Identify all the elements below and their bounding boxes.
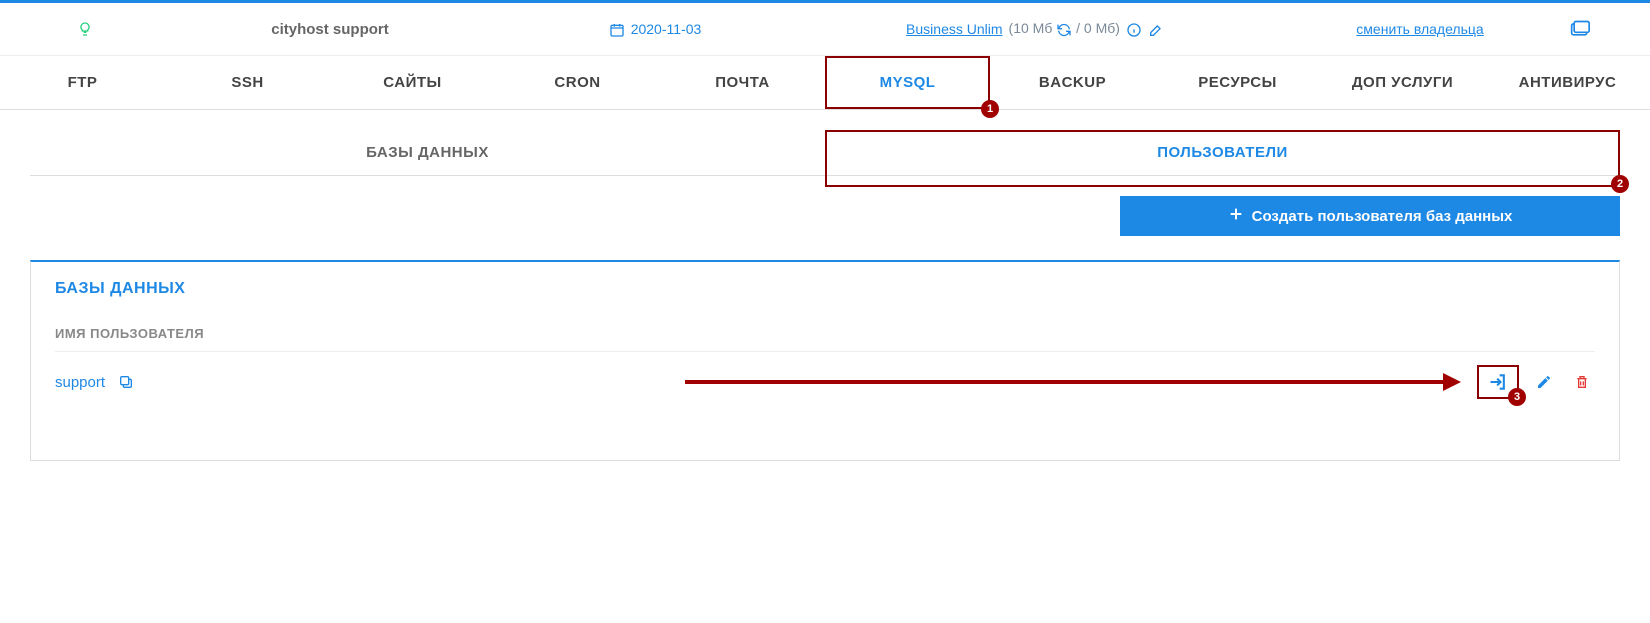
column-header-username: ИМЯ ПОЛЬЗОВАТЕЛЯ — [55, 326, 1595, 352]
tab-resources[interactable]: РЕСУРСЫ — [1155, 56, 1320, 109]
delete-user-icon[interactable] — [1569, 369, 1595, 395]
tab-sites[interactable]: САЙТЫ — [330, 56, 495, 109]
subtab-users[interactable]: ПОЛЬЗОВАТЕЛИ — [825, 130, 1620, 175]
tab-addons[interactable]: ДОП УСЛУГИ — [1320, 56, 1485, 109]
users-panel: БАЗЫ ДАННЫХ ИМЯ ПОЛЬЗОВАТЕЛЯ support 3 — [30, 260, 1620, 461]
main-tabs: FTP SSH САЙТЫ CRON ПОЧТА MYSQL BACKUP РЕ… — [0, 56, 1650, 110]
table-row: support 3 — [55, 364, 1595, 400]
edit-icon[interactable] — [1148, 20, 1164, 37]
create-db-user-button[interactable]: Создать пользователя баз данных — [1120, 196, 1620, 236]
info-icon[interactable] — [1126, 20, 1142, 37]
calendar-icon — [609, 20, 625, 37]
card-icon[interactable] — [1570, 19, 1590, 39]
edit-user-icon[interactable] — [1531, 369, 1557, 395]
refresh-icon[interactable] — [1056, 20, 1076, 36]
login-action-box: 3 — [1477, 365, 1519, 399]
annotation-arrow-head — [1443, 373, 1461, 391]
copy-icon[interactable] — [113, 369, 139, 395]
subtabs: БАЗЫ ДАННЫХ ПОЛЬЗОВАТЕЛИ 2 — [30, 130, 1620, 176]
panel-title: БАЗЫ ДАННЫХ — [55, 280, 1595, 298]
annotation-badge-2: 2 — [1611, 175, 1629, 193]
tab-ssh[interactable]: SSH — [165, 56, 330, 109]
subtab-databases[interactable]: БАЗЫ ДАННЫХ — [30, 130, 825, 175]
tab-cron[interactable]: CRON — [495, 56, 660, 109]
tab-ftp[interactable]: FTP — [0, 56, 165, 109]
tab-antivirus[interactable]: АНТИВИРУС — [1485, 56, 1650, 109]
account-name: cityhost support — [130, 21, 530, 38]
header-bar: cityhost support 2020-11-03 Business Unl… — [0, 3, 1650, 56]
login-icon[interactable] — [1485, 369, 1511, 395]
tab-mail[interactable]: ПОЧТА — [660, 56, 825, 109]
status-icon — [40, 21, 130, 37]
annotation-arrow — [685, 380, 1445, 384]
create-btn-label: Создать пользователя баз данных — [1252, 208, 1513, 225]
plan-usage: (10 Мб / 0 Мб) — [1009, 20, 1120, 37]
header-date: 2020-11-03 — [631, 21, 702, 37]
tab-mysql[interactable]: MYSQL — [825, 56, 990, 109]
plus-icon — [1228, 206, 1244, 226]
tab-backup[interactable]: BACKUP — [990, 56, 1155, 109]
change-owner-link[interactable]: сменить владельца — [1356, 21, 1483, 37]
plan-link[interactable]: Business Unlim — [906, 21, 1002, 37]
user-name: support — [55, 374, 105, 391]
